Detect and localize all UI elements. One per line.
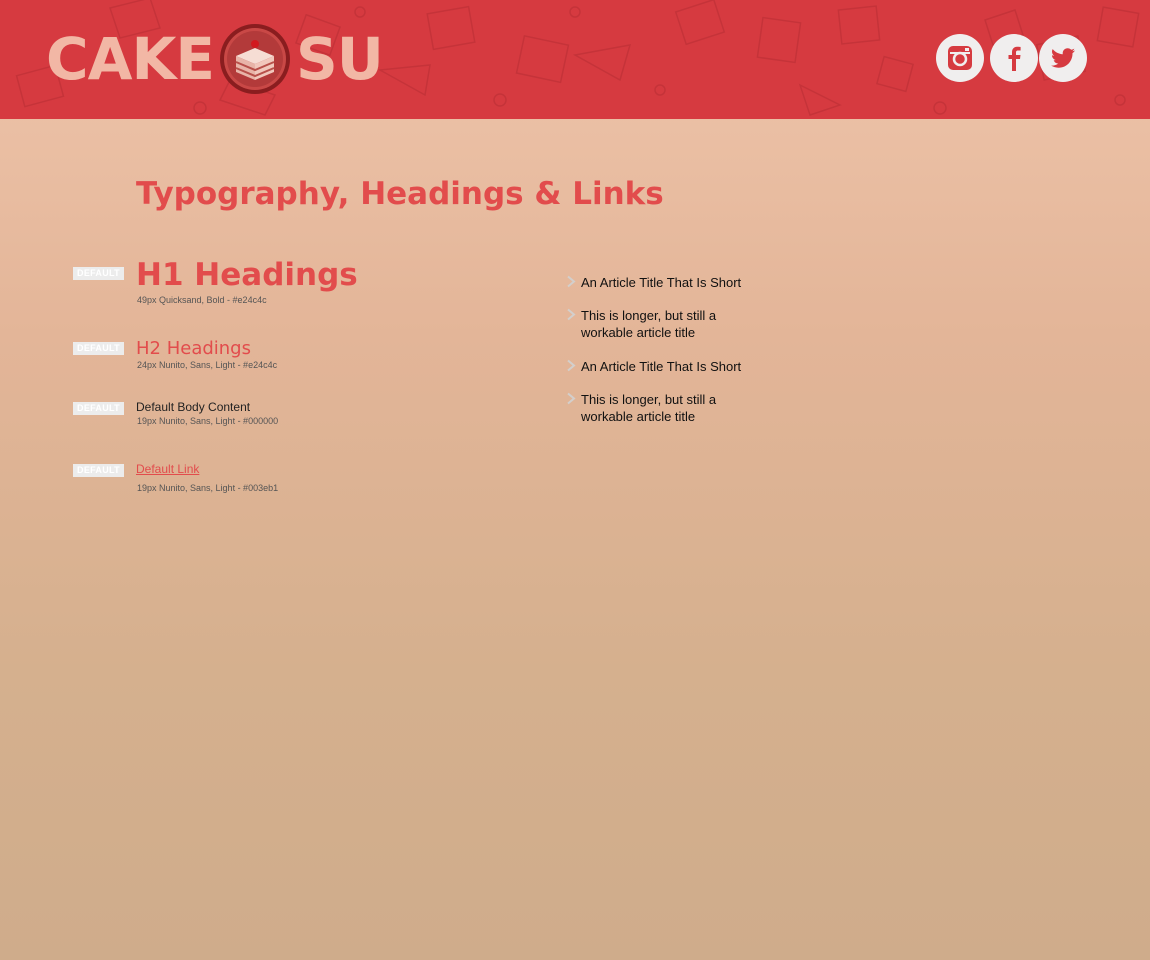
logo-text-left: CAKE xyxy=(46,25,215,93)
site-logo[interactable]: CAKE SU xyxy=(46,22,384,96)
twitter-icon xyxy=(1051,48,1075,68)
logo-text-right: SU xyxy=(296,25,384,93)
default-badge-h1: DEFAULT xyxy=(73,267,124,280)
instagram-link[interactable] xyxy=(936,34,984,82)
h2-heading-sample: H2 Headings xyxy=(136,338,251,359)
body-content-sample: Default Body Content xyxy=(136,400,251,414)
chevron-right-icon xyxy=(567,275,576,288)
facebook-link[interactable] xyxy=(990,34,1038,82)
instagram-icon xyxy=(948,46,972,70)
h1-heading-sample: H1 Headings xyxy=(136,257,358,293)
article-item[interactable]: An Article Title That Is Short xyxy=(566,274,771,291)
h2-spec-text: 24px Nunito, Sans, Light - #e24c4c xyxy=(137,360,278,370)
facebook-icon xyxy=(1008,46,1021,71)
article-title: An Article Title That Is Short xyxy=(581,359,742,374)
chevron-right-icon xyxy=(567,308,576,321)
page-title: Typography, Headings & Links xyxy=(136,176,664,212)
default-link-sample[interactable]: Default Link xyxy=(136,462,199,476)
default-badge-link: DEFAULT xyxy=(73,464,124,477)
site-header: CAKE SU xyxy=(0,0,1150,119)
article-item[interactable]: This is longer, but still a workable art… xyxy=(566,391,741,425)
default-badge-h2: DEFAULT xyxy=(73,342,124,355)
chevron-right-icon xyxy=(567,392,576,405)
chevron-right-icon xyxy=(567,359,576,372)
cake-logo-icon xyxy=(220,24,291,94)
article-title: This is longer, but still a workable art… xyxy=(581,308,717,340)
h1-spec-text: 49px Quicksand, Bold - #e24c4c xyxy=(137,295,267,305)
article-item[interactable]: An Article Title That Is Short xyxy=(566,358,771,375)
link-spec-text: 19px Nunito, Sans, Light - #003eb1 xyxy=(137,483,279,493)
article-item[interactable]: This is longer, but still a workable art… xyxy=(566,307,741,341)
article-title: An Article Title That Is Short xyxy=(581,275,742,290)
body-spec-text: 19px Nunito, Sans, Light - #000000 xyxy=(137,416,279,426)
twitter-link[interactable] xyxy=(1039,34,1087,82)
default-badge-body: DEFAULT xyxy=(73,402,124,415)
article-title: This is longer, but still a workable art… xyxy=(581,392,717,424)
